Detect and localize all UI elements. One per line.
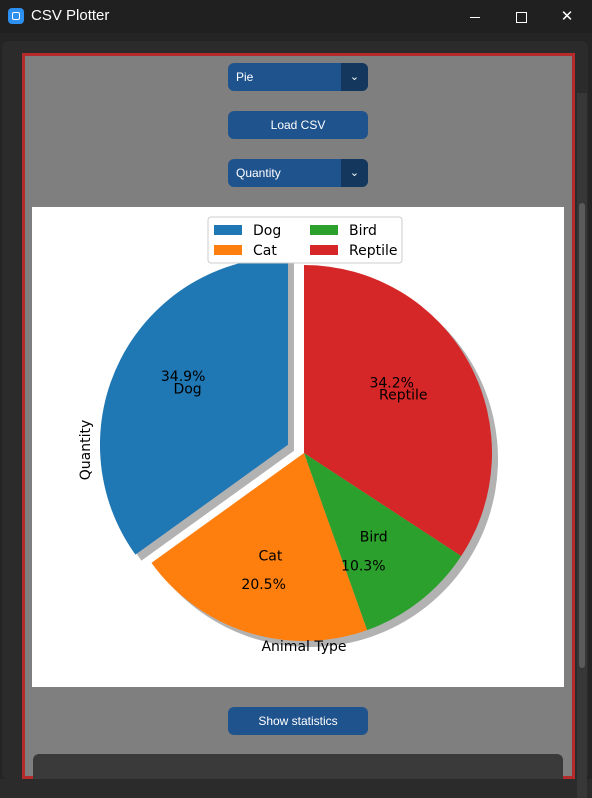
chart-type-value: Pie [236, 70, 254, 84]
legend-swatch-cat [214, 245, 242, 255]
scrollbar[interactable] [577, 93, 587, 798]
load-csv-button[interactable]: Load CSV [228, 111, 368, 139]
column-dropdown[interactable]: Quantity ⌄ [228, 159, 368, 187]
legend-swatch-dog [214, 225, 242, 235]
legend-swatch-bird [310, 225, 338, 235]
app-icon [8, 8, 24, 24]
wedge-percent-label: 20.5% [241, 577, 285, 593]
chart-type-dropdown[interactable]: Pie ⌄ [228, 63, 368, 91]
minimize-icon [470, 16, 480, 18]
title-bar: CSV Plotter ✕ [0, 0, 592, 33]
show-statistics-button[interactable]: Show statistics [228, 707, 368, 735]
close-button[interactable]: ✕ [544, 0, 590, 33]
y-axis-label: Quantity [78, 420, 94, 481]
wedge-percent-label: 10.3% [341, 559, 385, 575]
legend-swatch-reptile [310, 245, 338, 255]
wedge-percent-label: 34.2% [369, 375, 413, 391]
wedge-percent-label: 34.9% [161, 369, 205, 385]
maximize-icon [515, 11, 527, 23]
legend-label: Bird [349, 223, 377, 239]
pie-chart: Dog 34.9% Cat 20.5% Bird 10.3% Reptile 34.2% Qu… [78, 216, 498, 655]
chevron-down-icon[interactable]: ⌄ [341, 63, 368, 91]
chevron-down-icon[interactable]: ⌄ [341, 159, 368, 187]
wedge-category-label: Bird [360, 530, 388, 546]
statistics-panel [33, 754, 563, 779]
minimize-button[interactable] [452, 0, 498, 33]
legend-label: Reptile [349, 243, 397, 259]
x-axis-label: Animal Type [261, 639, 346, 655]
wedge-category-label: Cat [259, 549, 283, 565]
legend: Dog Cat Bird Reptile [207, 216, 403, 264]
scrollbar-thumb[interactable] [579, 203, 585, 668]
window-title: CSV Plotter [31, 7, 110, 24]
maximize-button[interactable] [498, 0, 544, 33]
column-value: Quantity [236, 166, 281, 180]
legend-label: Cat [253, 243, 277, 259]
chart-canvas: Dog 34.9% Cat 20.5% Bird 10.3% Reptile 34.2% Qu… [32, 207, 564, 687]
close-icon: ✕ [560, 8, 574, 25]
legend-label: Dog [253, 223, 281, 239]
